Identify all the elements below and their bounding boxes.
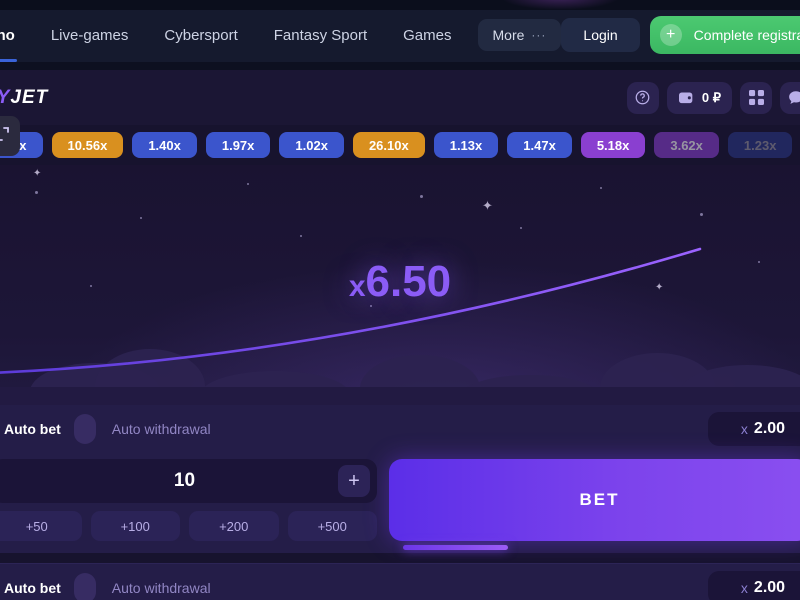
multiplier-history-bar[interactable]: 1.00x 10.56x 1.40x 1.97x 1.02x 26.10x 1.… (0, 125, 800, 165)
round-progress-bar (402, 545, 508, 550)
nav-item-games[interactable]: Games (385, 8, 469, 62)
expand-icon (0, 126, 10, 147)
nav-item-live-games[interactable]: Live-games (33, 8, 147, 62)
round-progress (0, 545, 800, 551)
history-chip[interactable]: 3.62x (654, 132, 719, 158)
panel-divider (0, 553, 800, 563)
nav-item-cybersport[interactable]: Cybersport (146, 8, 255, 62)
help-button[interactable] (626, 81, 659, 114)
complete-registration-button[interactable]: + Complete registration (649, 16, 800, 54)
register-label: Complete registration (693, 27, 800, 43)
nav-item-label: Fantasy Sport (273, 26, 368, 44)
plus-icon: + (348, 469, 360, 492)
history-chip[interactable]: 1.23x (727, 132, 793, 158)
multiplier-value: 2.00 (753, 579, 786, 596)
auto-bet-toggle[interactable] (73, 573, 96, 600)
chat-icon (788, 90, 800, 106)
history-chip[interactable]: 1.47x (507, 132, 572, 158)
auto-controls-row: Auto bet Auto withdrawal x 2.00 (0, 564, 800, 600)
history-chip[interactable]: 1.13x (433, 132, 499, 158)
top-navbar: sino Live-games Cybersport Fantasy Sport… (0, 8, 800, 62)
game-header-actions: 0 ₽ (626, 81, 800, 114)
quick-amount-button[interactable]: +100 (90, 511, 180, 541)
history-chip[interactable]: 10.56x (51, 132, 124, 158)
auto-withdrawal-multiplier-input[interactable]: x 2.00 (708, 412, 800, 446)
logo-jet: JET (10, 86, 49, 108)
plus-icon: + (659, 24, 682, 46)
grid-icon (748, 90, 764, 105)
auto-bet-label: Auto bet (4, 580, 61, 596)
auto-withdrawal-label: Auto withdrawal (111, 421, 211, 437)
wallet-icon (678, 90, 694, 105)
stake-value: 10 (173, 470, 196, 491)
game-header: KYJET 0 (0, 70, 800, 156)
quick-amount-button[interactable]: +200 (189, 511, 279, 541)
nav-right-actions: Login + Complete registration (561, 16, 800, 54)
quick-amount-button[interactable]: +500 (287, 511, 377, 541)
stake-column: 10 + +50 +100 +200 +500 (0, 459, 377, 541)
apps-grid-button[interactable] (740, 81, 772, 114)
stake-increment-button[interactable]: + (338, 465, 370, 497)
game-logo: KYJET (0, 87, 48, 109)
wallet-balance-button[interactable]: 0 ₽ (666, 81, 732, 114)
app-root: sino Live-games Cybersport Fantasy Sport… (0, 0, 800, 600)
logo-sky: KY (0, 87, 10, 109)
bet-controls-row: 10 + +50 +100 +200 +500 BET (0, 453, 800, 553)
game-canvas: ✦ ✦ ✦ x6.50 (0, 165, 800, 405)
history-chip[interactable]: 26.10x (352, 132, 425, 158)
nav-item-label: sino (0, 26, 15, 44)
bet-panel-primary: Auto bet Auto withdrawal x 2.00 10 + +50 (0, 405, 800, 553)
history-chip[interactable]: 1.40x (132, 132, 197, 158)
wallet-balance-label: 0 ₽ (701, 89, 721, 105)
nav-item-label: Live-games (50, 26, 129, 44)
nav-more-label: More (492, 27, 525, 43)
bet-button-label: BET (579, 490, 620, 509)
fullscreen-toggle-button[interactable] (0, 116, 20, 156)
nav-item-fantasy-sport[interactable]: Fantasy Sport (256, 8, 385, 62)
help-icon (635, 90, 650, 105)
history-chip[interactable]: 1.02x (279, 132, 344, 158)
ellipsis-icon: ··· (531, 28, 547, 42)
top-glow-strip (0, 0, 800, 10)
multiplier-prefix: x (740, 580, 748, 596)
auto-bet-label: Auto bet (4, 421, 61, 437)
bet-button[interactable]: BET (389, 459, 800, 541)
login-label: Login (583, 27, 618, 43)
chat-button[interactable] (780, 81, 800, 114)
quick-amount-row: +50 +100 +200 +500 (0, 511, 377, 541)
auto-withdrawal-multiplier-input[interactable]: x 2.00 (708, 571, 800, 600)
nav-items: sino Live-games Cybersport Fantasy Sport… (0, 8, 562, 62)
nav-item-label: Cybersport (164, 26, 238, 44)
auto-bet-toggle[interactable] (73, 414, 96, 444)
multiplier-prefix: x (740, 421, 748, 437)
stake-input[interactable]: 10 + (0, 459, 377, 503)
nav-more-button[interactable]: More ··· (477, 19, 562, 51)
history-chip[interactable]: 1.97x (205, 132, 271, 158)
auto-controls-row: Auto bet Auto withdrawal x 2.00 (0, 405, 800, 453)
nav-item-casino[interactable]: sino (0, 8, 33, 62)
multiplier-curve (0, 247, 702, 374)
quick-amount-button[interactable]: +50 (0, 511, 82, 541)
history-chip[interactable]: 5.18x (580, 132, 646, 158)
game-container: KYJET 0 (0, 70, 800, 600)
auto-withdrawal-label: Auto withdrawal (111, 580, 211, 596)
bet-panel-secondary: Auto bet Auto withdrawal x 2.00 (0, 563, 800, 600)
multiplier-value: 2.00 (753, 420, 786, 437)
login-button[interactable]: Login (561, 18, 640, 52)
nav-item-label: Games (403, 26, 452, 44)
